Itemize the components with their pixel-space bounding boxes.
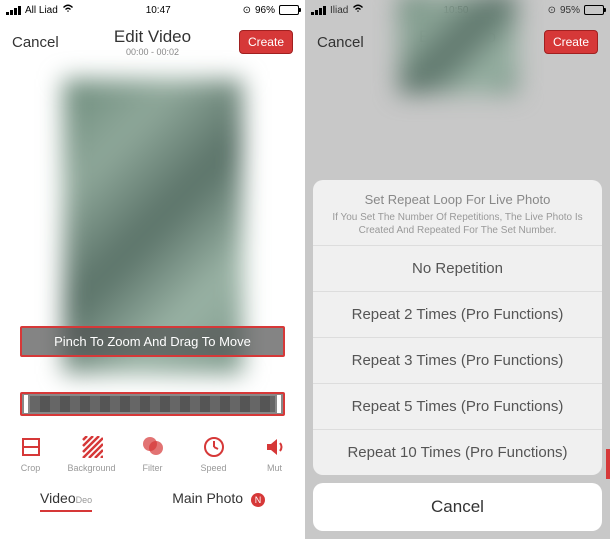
tool-background[interactable]: Background (64, 435, 120, 473)
battery-pct: 96% (255, 5, 275, 16)
carrier-label: Iliad (330, 5, 348, 16)
nav-header: Cancel Edit Video 00:00 - 00:02 Create (0, 20, 305, 64)
video-preview (398, 0, 518, 94)
trim-handle-right[interactable] (277, 395, 281, 413)
clock-time: 10:47 (146, 5, 171, 16)
tab-video[interactable]: VideoDeo (32, 486, 100, 510)
create-button[interactable]: Create (239, 30, 293, 54)
wifi-icon (352, 4, 364, 17)
option-repeat-5[interactable]: Repeat 5 Times (Pro Functions) (313, 384, 602, 430)
timeline-trimmer[interactable] (20, 392, 285, 416)
background-icon (80, 435, 104, 459)
carrier-label: All Liad (25, 5, 58, 16)
create-button[interactable]: Create (544, 30, 598, 54)
scroll-edge-indicator (606, 449, 610, 479)
wifi-icon (62, 4, 74, 17)
option-repeat-10[interactable]: Repeat 10 Times (Pro Functions) (313, 430, 602, 475)
timeline-area (0, 389, 305, 419)
zoom-hint: Pinch To Zoom And Drag To Move (20, 326, 285, 357)
new-badge: N (251, 493, 265, 507)
video-preview-area: Pinch To Zoom And Drag To Move (0, 64, 305, 389)
tab-label: Main Photo (172, 490, 243, 506)
speed-icon (202, 435, 226, 459)
tab-sub: Deo (76, 495, 93, 505)
sheet-cancel-button[interactable]: Cancel (313, 483, 602, 531)
tool-label: Background (67, 463, 115, 473)
alarm-icon: ⊙ (548, 5, 556, 16)
tool-mute[interactable]: Mut (247, 435, 303, 473)
signal-icon (311, 6, 326, 15)
time-range: 00:00 - 00:02 (114, 47, 191, 57)
status-bar: All Liad 10:47 ⊙ 96% (0, 0, 305, 20)
tool-filter[interactable]: Filter (125, 435, 181, 473)
battery-icon (584, 5, 604, 15)
tool-label: Mut (267, 463, 282, 473)
tool-crop[interactable]: Crop (3, 435, 59, 473)
timeline-thumbnails[interactable] (30, 396, 275, 412)
battery-pct: 95% (560, 5, 580, 16)
tool-label: Filter (143, 463, 163, 473)
sheet-panel: Set Repeat Loop For Live Photo If You Se… (313, 180, 602, 475)
option-repeat-3[interactable]: Repeat 3 Times (Pro Functions) (313, 338, 602, 384)
sheet-title: Set Repeat Loop For Live Photo (329, 192, 586, 207)
sheet-header: Set Repeat Loop For Live Photo If You Se… (313, 180, 602, 246)
alarm-icon: ⊙ (243, 5, 251, 16)
repeat-loop-action-sheet: Set Repeat Loop For Live Photo If You Se… (313, 180, 602, 531)
toolbar: Crop Background Filter Speed Mut (0, 419, 305, 481)
crop-icon (19, 435, 43, 459)
battery-icon (279, 5, 299, 15)
bottom-tabs: VideoDeo Main Photo N (0, 481, 305, 515)
trim-handle-left[interactable] (24, 395, 28, 413)
option-repeat-2[interactable]: Repeat 2 Times (Pro Functions) (313, 292, 602, 338)
page-title: Edit Video (114, 27, 191, 47)
tool-label: Speed (200, 463, 226, 473)
tab-label: Video (40, 490, 76, 506)
tab-main-photo[interactable]: Main Photo N (164, 486, 273, 511)
tool-label: Crop (21, 463, 41, 473)
repeat-loop-sheet-screen: Iliad 10:50 ⊙ 95% Cancel Edit Video 00:0… (305, 0, 610, 539)
filter-icon (141, 435, 165, 459)
sheet-description: If You Set The Number Of Repetitions, Th… (329, 211, 586, 237)
edit-video-screen: All Liad 10:47 ⊙ 96% Cancel Edit Video 0… (0, 0, 305, 539)
mute-icon (263, 435, 287, 459)
signal-icon (6, 6, 21, 15)
option-no-repetition[interactable]: No Repetition (313, 246, 602, 292)
cancel-button[interactable]: Cancel (317, 34, 364, 51)
cancel-button[interactable]: Cancel (12, 34, 59, 51)
tool-speed[interactable]: Speed (186, 435, 242, 473)
